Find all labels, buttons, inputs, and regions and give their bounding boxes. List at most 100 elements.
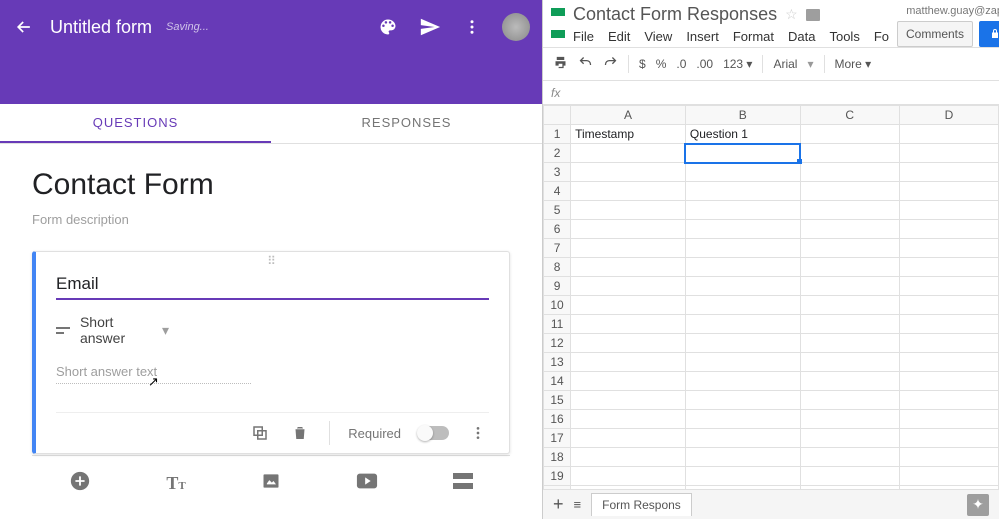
cell-C9[interactable]: [800, 277, 899, 296]
cell-C17[interactable]: [800, 429, 899, 448]
cell-D7[interactable]: [899, 239, 998, 258]
cell-A14[interactable]: [571, 372, 686, 391]
cell-A3[interactable]: [571, 163, 686, 182]
add-image-icon[interactable]: [261, 471, 281, 496]
all-sheets-icon[interactable]: ≡: [574, 497, 582, 512]
redo-icon[interactable]: [603, 55, 618, 73]
formula-bar[interactable]: fx: [543, 81, 999, 105]
row-header[interactable]: 18: [544, 448, 571, 467]
cell-C16[interactable]: [800, 410, 899, 429]
cell-C18[interactable]: [800, 448, 899, 467]
cell-C20[interactable]: [800, 486, 899, 490]
cell-D17[interactable]: [899, 429, 998, 448]
question-more-icon[interactable]: [467, 422, 489, 444]
cell-A5[interactable]: [571, 201, 686, 220]
cell-B9[interactable]: [685, 277, 800, 296]
required-toggle[interactable]: [419, 426, 449, 440]
cell-C8[interactable]: [800, 258, 899, 277]
column-header-D[interactable]: D: [899, 106, 998, 125]
cell-D15[interactable]: [899, 391, 998, 410]
cell-A15[interactable]: [571, 391, 686, 410]
sheet-tab[interactable]: Form Respons: [591, 493, 692, 516]
cell-C5[interactable]: [800, 201, 899, 220]
duplicate-icon[interactable]: [249, 422, 271, 444]
add-section-icon[interactable]: [453, 473, 473, 494]
print-icon[interactable]: [553, 55, 568, 73]
menu-view[interactable]: View: [644, 29, 672, 44]
cell-C2[interactable]: [800, 144, 899, 163]
menu-tools[interactable]: Tools: [829, 29, 859, 44]
row-header[interactable]: 13: [544, 353, 571, 372]
share-button[interactable]: Share: [979, 21, 999, 47]
palette-icon[interactable]: [376, 15, 400, 39]
comments-button[interactable]: Comments: [897, 21, 973, 47]
menu-file[interactable]: File: [573, 29, 594, 44]
cell-B17[interactable]: [685, 429, 800, 448]
form-document-title[interactable]: Untitled form: [50, 17, 152, 38]
row-header[interactable]: 14: [544, 372, 571, 391]
row-header[interactable]: 8: [544, 258, 571, 277]
cell-A7[interactable]: [571, 239, 686, 258]
cell-C10[interactable]: [800, 296, 899, 315]
cell-A18[interactable]: [571, 448, 686, 467]
question-card[interactable]: ⠿ Email Short answer ▾ Short answer text…: [32, 251, 510, 454]
row-header[interactable]: 17: [544, 429, 571, 448]
cell-D3[interactable]: [899, 163, 998, 182]
row-header[interactable]: 1: [544, 125, 571, 144]
cell-D8[interactable]: [899, 258, 998, 277]
cell-C7[interactable]: [800, 239, 899, 258]
cell-C13[interactable]: [800, 353, 899, 372]
cell-A13[interactable]: [571, 353, 686, 372]
cell-B20[interactable]: [685, 486, 800, 490]
cell-A8[interactable]: [571, 258, 686, 277]
cell-D13[interactable]: [899, 353, 998, 372]
cell-B4[interactable]: [685, 182, 800, 201]
cell-A4[interactable]: [571, 182, 686, 201]
column-header-C[interactable]: C: [800, 106, 899, 125]
cell-B6[interactable]: [685, 220, 800, 239]
cell-B14[interactable]: [685, 372, 800, 391]
row-header[interactable]: 5: [544, 201, 571, 220]
cell-D6[interactable]: [899, 220, 998, 239]
cell-D20[interactable]: [899, 486, 998, 490]
row-header[interactable]: 2: [544, 144, 571, 163]
cell-C14[interactable]: [800, 372, 899, 391]
cell-C3[interactable]: [800, 163, 899, 182]
sheets-logo-icon[interactable]: [551, 8, 565, 38]
folder-icon[interactable]: [806, 9, 820, 21]
cell-D14[interactable]: [899, 372, 998, 391]
cell-D4[interactable]: [899, 182, 998, 201]
format-percent[interactable]: %: [656, 57, 667, 71]
cell-B10[interactable]: [685, 296, 800, 315]
cell-A9[interactable]: [571, 277, 686, 296]
row-header[interactable]: 7: [544, 239, 571, 258]
cell-D19[interactable]: [899, 467, 998, 486]
row-header[interactable]: 4: [544, 182, 571, 201]
cell-C12[interactable]: [800, 334, 899, 353]
cell-C6[interactable]: [800, 220, 899, 239]
more-tools[interactable]: More ▾: [835, 57, 872, 71]
add-title-icon[interactable]: TT: [166, 473, 185, 494]
menu-format[interactable]: Format: [733, 29, 774, 44]
cell-D11[interactable]: [899, 315, 998, 334]
cell-A6[interactable]: [571, 220, 686, 239]
cell-C1[interactable]: [800, 125, 899, 144]
cell-A12[interactable]: [571, 334, 686, 353]
explore-icon[interactable]: ✦: [967, 494, 989, 516]
star-icon[interactable]: ☆: [785, 6, 798, 23]
row-header[interactable]: 20: [544, 486, 571, 490]
row-header[interactable]: 15: [544, 391, 571, 410]
cell-B15[interactable]: [685, 391, 800, 410]
delete-icon[interactable]: [289, 422, 311, 444]
cell-B8[interactable]: [685, 258, 800, 277]
cell-B1[interactable]: Question 1: [685, 125, 800, 144]
add-question-icon[interactable]: [69, 470, 91, 497]
row-header[interactable]: 9: [544, 277, 571, 296]
cell-B18[interactable]: [685, 448, 800, 467]
cell-D18[interactable]: [899, 448, 998, 467]
row-header[interactable]: 6: [544, 220, 571, 239]
more-vert-icon[interactable]: [460, 15, 484, 39]
cell-B13[interactable]: [685, 353, 800, 372]
answer-type-selector[interactable]: Short answer ▾: [56, 314, 489, 346]
menu-data[interactable]: Data: [788, 29, 815, 44]
